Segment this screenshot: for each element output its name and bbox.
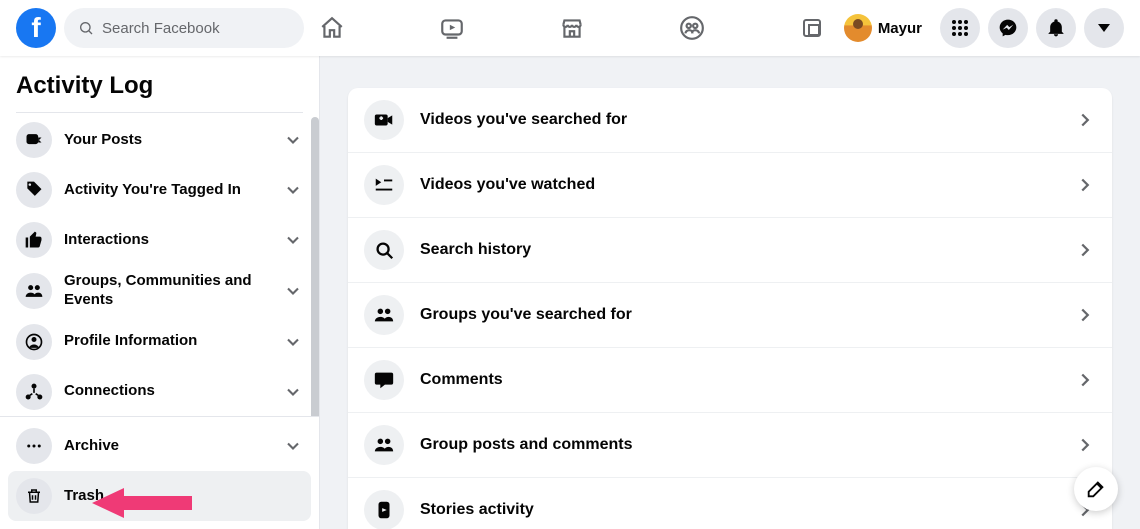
menu-button[interactable]	[940, 8, 980, 48]
trash-icon	[16, 478, 52, 514]
sidebar-bottom: Archive Trash	[0, 416, 319, 529]
sidebar-item-label: Archive	[64, 437, 271, 456]
sidebar-item-label: Trash	[64, 487, 303, 506]
tag-icon	[16, 172, 52, 208]
nav-groups[interactable]	[667, 4, 717, 52]
video-list-icon	[364, 165, 404, 205]
nav-marketplace[interactable]	[547, 4, 597, 52]
row-label: Videos you've searched for	[420, 111, 1058, 129]
chevron-down-icon	[283, 382, 303, 402]
chevron-down-icon	[283, 332, 303, 352]
row-label: Group posts and comments	[420, 436, 1058, 454]
activity-card: Videos you've searched for Videos you've…	[348, 88, 1112, 529]
watch-icon	[439, 15, 465, 41]
row-comments[interactable]: Comments	[348, 347, 1112, 412]
row-videos-watched[interactable]: Videos you've watched	[348, 152, 1112, 217]
user-name: Mayur	[878, 20, 922, 37]
sidebar-title: Activity Log	[0, 56, 319, 112]
sidebar-item-interactions[interactable]: Interactions	[8, 215, 311, 265]
content-area: Videos you've searched for Videos you've…	[320, 56, 1140, 529]
chevron-down-icon	[283, 281, 303, 301]
people-icon	[16, 273, 52, 309]
row-label: Groups you've searched for	[420, 306, 1058, 324]
sidebar-item-label: Activity You're Tagged In	[64, 181, 271, 200]
row-groups-searched[interactable]: Groups you've searched for	[348, 282, 1112, 347]
compose-button[interactable]	[1074, 467, 1118, 511]
chevron-down-icon	[283, 436, 303, 456]
row-search-history[interactable]: Search history	[348, 217, 1112, 282]
search-icon	[78, 20, 94, 36]
chevron-right-icon	[1074, 174, 1096, 196]
grid-icon	[951, 19, 969, 37]
top-bar: f Search Facebook Mayur	[0, 0, 1140, 56]
sidebar-item-label: Groups, Communities and Events	[64, 272, 271, 310]
row-stories-activity[interactable]: Stories activity	[348, 477, 1112, 529]
bell-icon	[1046, 18, 1066, 38]
account-dropdown-button[interactable]	[1084, 8, 1124, 48]
chevron-down-icon	[283, 230, 303, 250]
chevron-down-icon	[283, 130, 303, 150]
sidebar-item-tagged[interactable]: Activity You're Tagged In	[8, 165, 311, 215]
connections-icon	[16, 374, 52, 410]
sidebar-item-connections[interactable]: Connections	[8, 367, 311, 417]
scrollbar[interactable]	[311, 117, 319, 416]
search-icon	[364, 230, 404, 270]
people-icon	[364, 425, 404, 465]
avatar	[844, 14, 872, 42]
row-group-posts-comments[interactable]: Group posts and comments	[348, 412, 1112, 477]
ellipsis-icon	[16, 428, 52, 464]
chevron-right-icon	[1074, 434, 1096, 456]
sidebar-item-trash[interactable]: Trash	[8, 471, 311, 521]
chevron-right-icon	[1074, 239, 1096, 261]
top-nav	[304, 4, 840, 52]
posts-icon	[16, 122, 52, 158]
nav-watch[interactable]	[427, 4, 477, 52]
nav-gaming[interactable]	[787, 4, 837, 52]
top-right-controls: Mayur	[840, 8, 1124, 48]
sidebar-item-label: Interactions	[64, 231, 271, 250]
profile-circle-icon	[16, 324, 52, 360]
chevron-right-icon	[1074, 304, 1096, 326]
sidebar-item-archive[interactable]: Archive	[8, 421, 311, 471]
comment-icon	[364, 360, 404, 400]
row-label: Search history	[420, 241, 1058, 259]
nav-home[interactable]	[307, 4, 357, 52]
marketplace-icon	[559, 15, 585, 41]
chevron-right-icon	[1074, 109, 1096, 131]
row-label: Comments	[420, 371, 1058, 389]
search-placeholder: Search Facebook	[102, 20, 220, 37]
facebook-logo[interactable]: f	[16, 8, 56, 48]
sidebar-item-groups[interactable]: Groups, Communities and Events	[8, 265, 311, 317]
sidebar: Activity Log Your Posts Activity You're …	[0, 56, 320, 529]
people-icon	[364, 295, 404, 335]
sidebar-item-label: Your Posts	[64, 131, 271, 150]
edit-icon	[1085, 478, 1107, 500]
groups-nav-icon	[679, 15, 705, 41]
row-label: Stories activity	[420, 501, 1058, 519]
sidebar-item-label: Profile Information	[64, 332, 271, 351]
home-icon	[319, 15, 345, 41]
video-plus-icon	[364, 100, 404, 140]
like-icon	[16, 222, 52, 258]
messenger-button[interactable]	[988, 8, 1028, 48]
sidebar-item-label: Connections	[64, 382, 271, 401]
main-area: Activity Log Your Posts Activity You're …	[0, 56, 1140, 529]
sidebar-item-your-posts[interactable]: Your Posts	[8, 115, 311, 165]
chevron-right-icon	[1074, 369, 1096, 391]
row-label: Videos you've watched	[420, 176, 1058, 194]
stories-icon	[364, 490, 404, 529]
sidebar-list: Your Posts Activity You're Tagged In Int…	[0, 115, 319, 416]
chevron-down-icon	[283, 180, 303, 200]
divider	[16, 112, 303, 113]
gaming-icon	[800, 16, 824, 40]
profile-chip[interactable]: Mayur	[840, 10, 932, 46]
caret-down-icon	[1098, 24, 1110, 32]
row-videos-searched[interactable]: Videos you've searched for	[348, 88, 1112, 152]
search-input[interactable]: Search Facebook	[64, 8, 304, 48]
messenger-icon	[998, 18, 1018, 38]
notifications-button[interactable]	[1036, 8, 1076, 48]
sidebar-item-profile-info[interactable]: Profile Information	[8, 317, 311, 367]
